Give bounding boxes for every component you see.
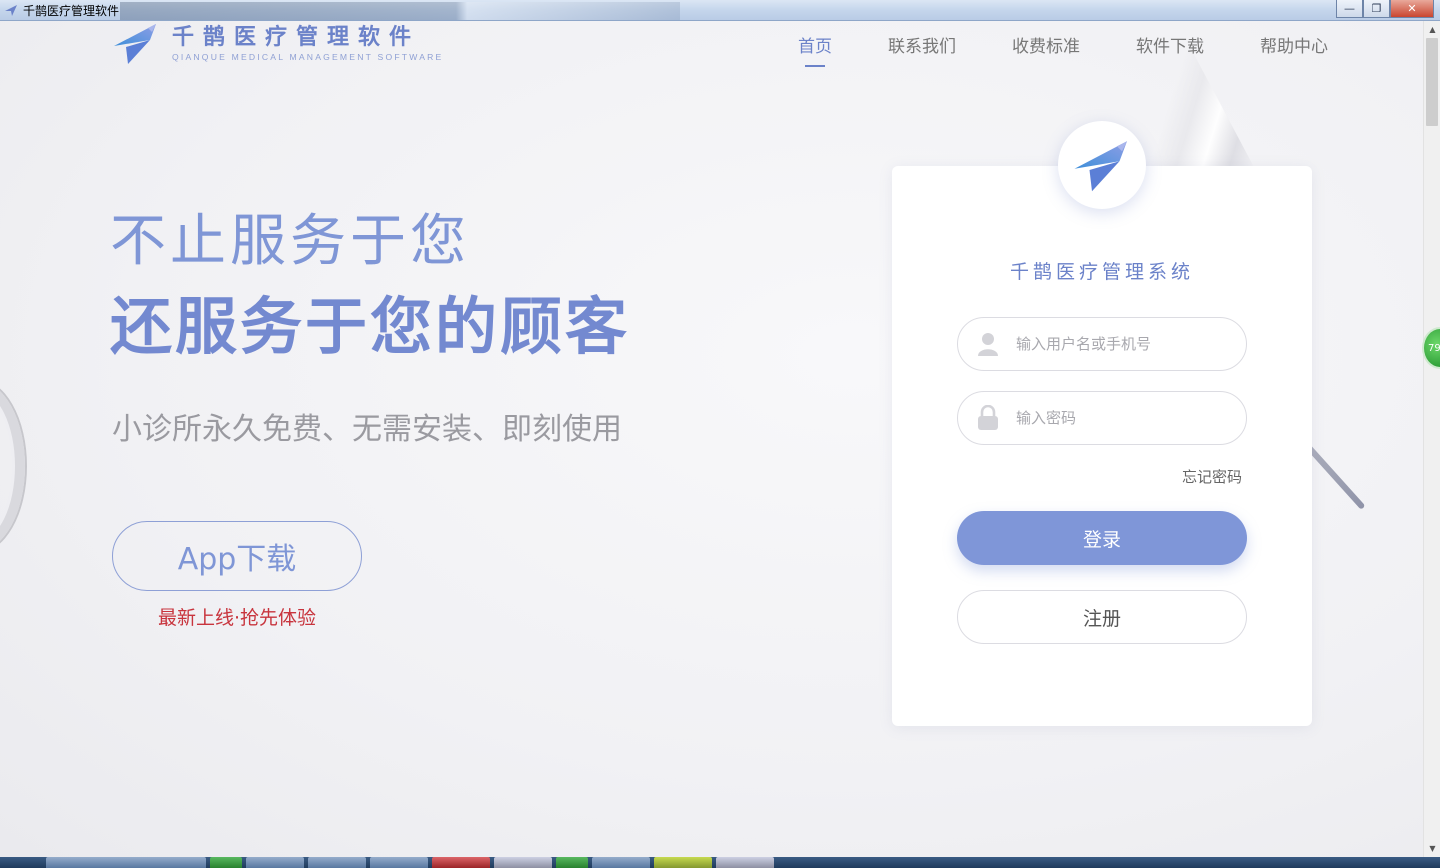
window-controls: — ❐ ✕ bbox=[1336, 0, 1434, 18]
maximize-icon[interactable]: ❐ bbox=[1363, 0, 1390, 18]
taskbar-item[interactable] bbox=[370, 857, 428, 868]
password-field[interactable] bbox=[957, 391, 1247, 445]
nav-help[interactable]: 帮助中心 bbox=[1260, 32, 1328, 57]
forgot-password-link[interactable]: 忘记密码 bbox=[1182, 466, 1242, 487]
scroll-down-arrow-icon[interactable]: ▼ bbox=[1424, 840, 1440, 857]
scroll-thumb[interactable] bbox=[1426, 38, 1438, 126]
password-input[interactable] bbox=[1016, 409, 1236, 427]
taskbar-item[interactable] bbox=[46, 857, 206, 868]
login-avatar bbox=[1058, 121, 1146, 209]
user-icon bbox=[978, 333, 998, 356]
taskbar-item[interactable] bbox=[494, 857, 552, 868]
register-button[interactable]: 注册 bbox=[957, 590, 1247, 644]
brand-name-en: QIANQUE MEDICAL MANAGEMENT SOFTWARE bbox=[172, 51, 444, 62]
taskbar-item[interactable] bbox=[308, 857, 366, 868]
top-nav: 首页 联系我们 收费标准 软件下载 帮助中心 bbox=[742, 32, 1328, 67]
brand-name-cn: 千鹊医疗管理软件 bbox=[172, 24, 421, 50]
start-button[interactable] bbox=[0, 857, 42, 868]
app-download-button[interactable]: App下载 bbox=[112, 521, 362, 591]
nav-home[interactable]: 首页 bbox=[798, 32, 832, 67]
close-icon[interactable]: ✕ bbox=[1390, 0, 1434, 18]
vertical-scrollbar[interactable]: ▲ ▼ bbox=[1423, 21, 1440, 857]
taskbar-item[interactable] bbox=[654, 857, 712, 868]
nav-contact[interactable]: 联系我们 bbox=[888, 32, 956, 57]
window-titlebar: 千鹊医疗管理软件 — ❐ ✕ bbox=[0, 0, 1440, 21]
background-taskbar-tabs bbox=[120, 2, 680, 20]
system-tray bbox=[1370, 857, 1440, 868]
lock-icon bbox=[978, 405, 998, 430]
taskbar-item[interactable] bbox=[432, 857, 490, 868]
minimize-icon[interactable]: — bbox=[1336, 0, 1363, 18]
bird-logo-icon bbox=[114, 24, 156, 64]
app-window-icon bbox=[5, 5, 17, 16]
taskbar-item[interactable] bbox=[716, 857, 774, 868]
scroll-up-arrow-icon[interactable]: ▲ bbox=[1424, 21, 1440, 38]
bird-logo-icon bbox=[1074, 141, 1127, 192]
hero-headline-1: 不止服务于您 bbox=[110, 209, 470, 274]
taskbar-item[interactable] bbox=[556, 857, 588, 868]
taskbar-item[interactable] bbox=[210, 857, 242, 868]
site-logo[interactable]: 千鹊医疗管理软件 QIANQUE MEDICAL MANAGEMENT SOFT… bbox=[112, 20, 444, 66]
nav-download[interactable]: 软件下载 bbox=[1136, 32, 1204, 57]
login-title: 千鹊医疗管理系统 bbox=[1009, 261, 1194, 283]
taskbar-item[interactable] bbox=[246, 857, 304, 868]
decorative-stethoscope bbox=[0, 381, 25, 551]
nav-pricing[interactable]: 收费标准 bbox=[1012, 32, 1080, 57]
window-title: 千鹊医疗管理软件 bbox=[23, 3, 120, 18]
hero-subtitle: 小诊所永久免费、无需安装、即刻使用 bbox=[112, 412, 622, 447]
login-button[interactable]: 登录 bbox=[957, 511, 1247, 565]
username-field[interactable] bbox=[957, 317, 1247, 371]
os-taskbar bbox=[0, 857, 1440, 868]
hero-headline-2: 还服务于您的顾客 bbox=[110, 290, 631, 363]
app-download-note: 最新上线·抢先体验 bbox=[157, 607, 317, 629]
username-input[interactable] bbox=[1016, 335, 1236, 353]
taskbar-item[interactable] bbox=[592, 857, 650, 868]
